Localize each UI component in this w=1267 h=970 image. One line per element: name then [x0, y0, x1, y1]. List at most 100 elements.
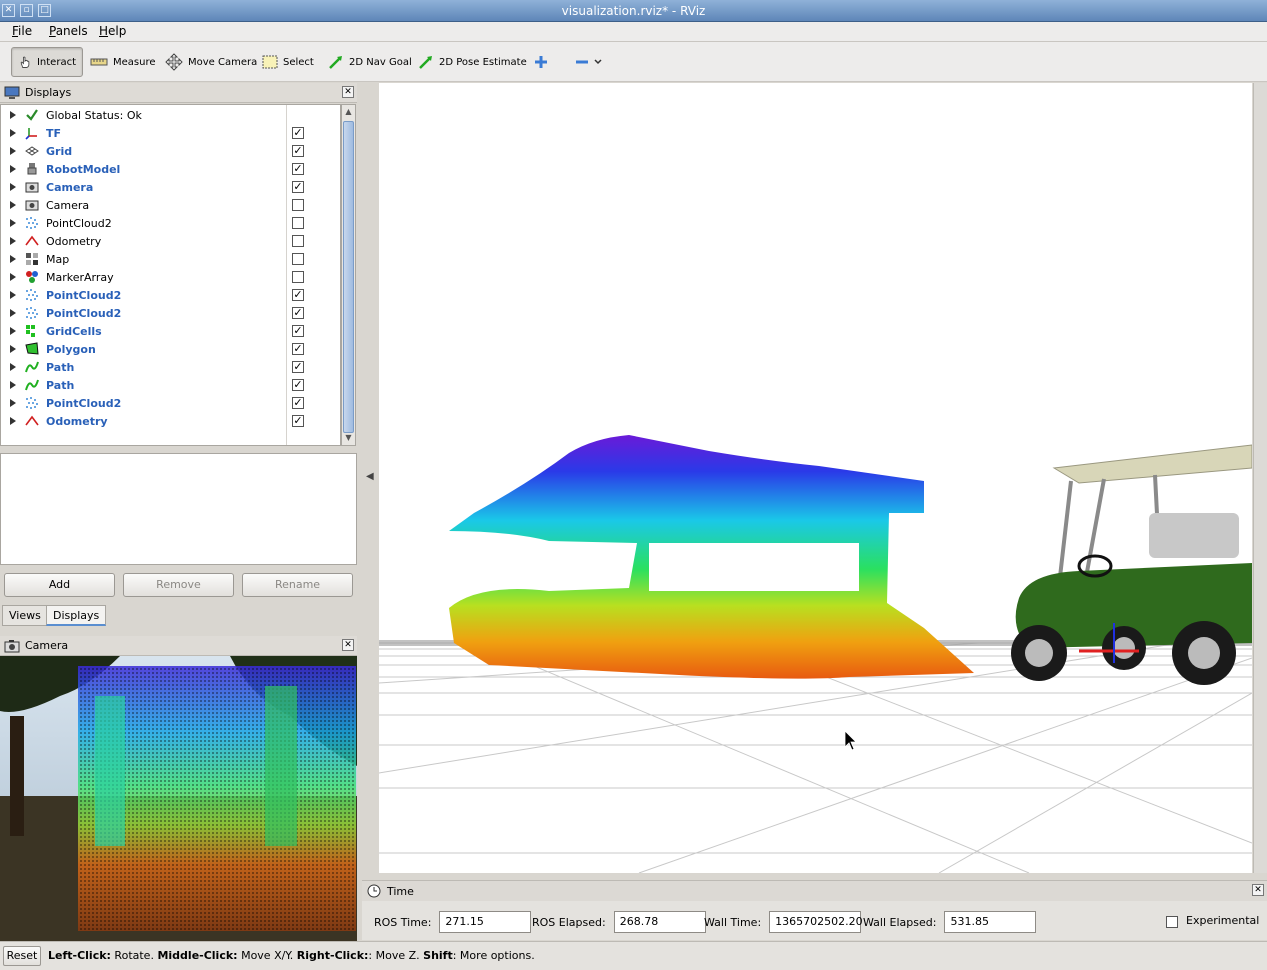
time-panel-close-icon[interactable]: ✕ [1252, 884, 1264, 896]
display-enable-checkbox[interactable]: ✓ [292, 325, 304, 337]
camera-image-view[interactable] [0, 656, 357, 941]
menu-bar: File Panels Help [0, 22, 1267, 42]
experimental-checkbox[interactable] [1166, 916, 1178, 928]
expand-arrow-icon[interactable] [10, 291, 16, 299]
displays-panel-header: Displays ✕ [0, 83, 357, 103]
display-item-pointcloud2[interactable]: PointCloud2 ✓ [1, 394, 340, 412]
expand-arrow-icon[interactable] [10, 381, 16, 389]
display-item-pointcloud2[interactable]: PointCloud2 ✓ [1, 304, 340, 322]
display-enable-checkbox[interactable]: ✓ [292, 181, 304, 193]
expand-arrow-icon[interactable] [10, 363, 16, 371]
display-item-global-status-ok[interactable]: Global Status: Ok [1, 106, 340, 124]
display-enable-checkbox[interactable]: ✓ [292, 343, 304, 355]
tool-bar: Interact Measure Move Camera Select 2D N… [0, 42, 1267, 82]
expand-arrow-icon[interactable] [10, 309, 16, 317]
menu-help[interactable]: Help [99, 24, 126, 38]
remove-display-button[interactable]: Remove [123, 573, 234, 597]
display-enable-checkbox[interactable] [292, 235, 304, 247]
display-item-markerarray[interactable]: MarkerArray [1, 268, 340, 286]
display-item-pointcloud2[interactable]: PointCloud2 ✓ [1, 286, 340, 304]
display-enable-checkbox[interactable]: ✓ [292, 145, 304, 157]
display-item-robotmodel[interactable]: RobotModel ✓ [1, 160, 340, 178]
display-item-odometry[interactable]: Odometry ✓ [1, 412, 340, 430]
display-item-camera[interactable]: Camera ✓ [1, 178, 340, 196]
menu-file[interactable]: File [12, 24, 32, 38]
expand-arrow-icon[interactable] [10, 111, 16, 119]
expand-arrow-icon[interactable] [10, 219, 16, 227]
scroll-down-icon[interactable]: ▼ [342, 431, 355, 445]
move-camera-tool-button[interactable]: Move Camera [159, 47, 263, 77]
ros-time-value[interactable]: 271.15 [439, 911, 532, 933]
display-enable-checkbox[interactable] [292, 199, 304, 211]
display-enable-checkbox[interactable]: ✓ [292, 127, 304, 139]
odometry-icon [24, 233, 40, 249]
expand-arrow-icon[interactable] [10, 345, 16, 353]
add-tool-button[interactable] [528, 47, 554, 77]
markerarray-icon [24, 269, 40, 285]
display-item-label: RobotModel [46, 162, 121, 176]
display-item-polygon[interactable]: Polygon ✓ [1, 340, 340, 358]
interact-label: Interact [36, 56, 76, 68]
expand-arrow-icon[interactable] [10, 165, 16, 173]
expand-arrow-icon[interactable] [10, 183, 16, 191]
expand-arrow-icon[interactable] [10, 327, 16, 335]
collapse-left-dock-icon[interactable]: ◀ [366, 471, 374, 482]
interact-tool-button[interactable]: Interact [11, 47, 83, 77]
ros-elapsed-label: ROS Elapsed: [532, 915, 606, 929]
rename-display-button[interactable]: Rename [242, 573, 353, 597]
display-item-pointcloud2[interactable]: PointCloud2 [1, 214, 340, 232]
pointcloud-icon [24, 305, 40, 321]
expand-arrow-icon[interactable] [10, 273, 16, 281]
display-item-camera[interactable]: Camera [1, 196, 340, 214]
expand-arrow-icon[interactable] [10, 237, 16, 245]
display-enable-checkbox[interactable]: ✓ [292, 289, 304, 301]
display-enable-checkbox[interactable] [292, 217, 304, 229]
display-item-tf[interactable]: TF ✓ [1, 124, 340, 142]
displays-panel-close-icon[interactable]: ✕ [342, 86, 354, 98]
display-enable-checkbox[interactable]: ✓ [292, 379, 304, 391]
tab-displays[interactable]: Displays [46, 605, 107, 626]
display-item-path[interactable]: Path ✓ [1, 358, 340, 376]
add-display-button[interactable]: Add [4, 573, 115, 597]
display-enable-checkbox[interactable]: ✓ [292, 307, 304, 319]
expand-arrow-icon[interactable] [10, 201, 16, 209]
gridcells-icon [24, 323, 40, 339]
display-enable-checkbox[interactable]: ✓ [292, 415, 304, 427]
scrollbar-thumb[interactable] [343, 121, 354, 433]
measure-tool-button[interactable]: Measure [84, 47, 162, 77]
display-enable-checkbox[interactable] [292, 253, 304, 265]
display-item-path[interactable]: Path ✓ [1, 376, 340, 394]
display-item-gridcells[interactable]: GridCells ✓ [1, 322, 340, 340]
expand-arrow-icon[interactable] [10, 147, 16, 155]
expand-arrow-icon[interactable] [10, 129, 16, 137]
select-tool-button[interactable]: Select [256, 47, 320, 77]
nav-goal-tool-button[interactable]: 2D Nav Goal [322, 47, 418, 77]
tab-views[interactable]: Views [2, 605, 48, 626]
expand-arrow-icon[interactable] [10, 255, 16, 263]
display-item-grid[interactable]: Grid ✓ [1, 142, 340, 160]
expand-arrow-icon[interactable] [10, 399, 16, 407]
display-item-label: PointCloud2 [46, 288, 122, 302]
displays-scrollbar[interactable]: ▲ ▼ [341, 104, 356, 446]
ros-elapsed-value[interactable]: 268.78 [613, 911, 706, 933]
scroll-up-icon[interactable]: ▲ [342, 105, 355, 119]
remove-tool-dropdown[interactable] [569, 47, 608, 77]
pose-estimate-tool-button[interactable]: 2D Pose Estimate [412, 47, 533, 77]
camera-panel-close-icon[interactable]: ✕ [342, 639, 354, 651]
display-item-map[interactable]: Map [1, 250, 340, 268]
display-item-label: Camera [46, 198, 90, 212]
wall-elapsed-value[interactable]: 531.85 [944, 911, 1037, 933]
display-enable-checkbox[interactable] [292, 271, 304, 283]
reset-button[interactable]: Reset [3, 946, 41, 966]
expand-arrow-icon[interactable] [10, 417, 16, 425]
3d-render-view[interactable] [379, 83, 1252, 873]
menu-panels[interactable]: Panels [49, 24, 88, 38]
display-enable-checkbox[interactable]: ✓ [292, 163, 304, 175]
wall-time-value[interactable]: 1365702502.20 [769, 911, 863, 933]
pointcloud-icon [24, 395, 40, 411]
display-enable-checkbox[interactable]: ✓ [292, 397, 304, 409]
display-enable-checkbox[interactable]: ✓ [292, 361, 304, 373]
pointcloud-icon [24, 215, 40, 231]
display-item-odometry[interactable]: Odometry [1, 232, 340, 250]
clock-icon [367, 884, 381, 898]
